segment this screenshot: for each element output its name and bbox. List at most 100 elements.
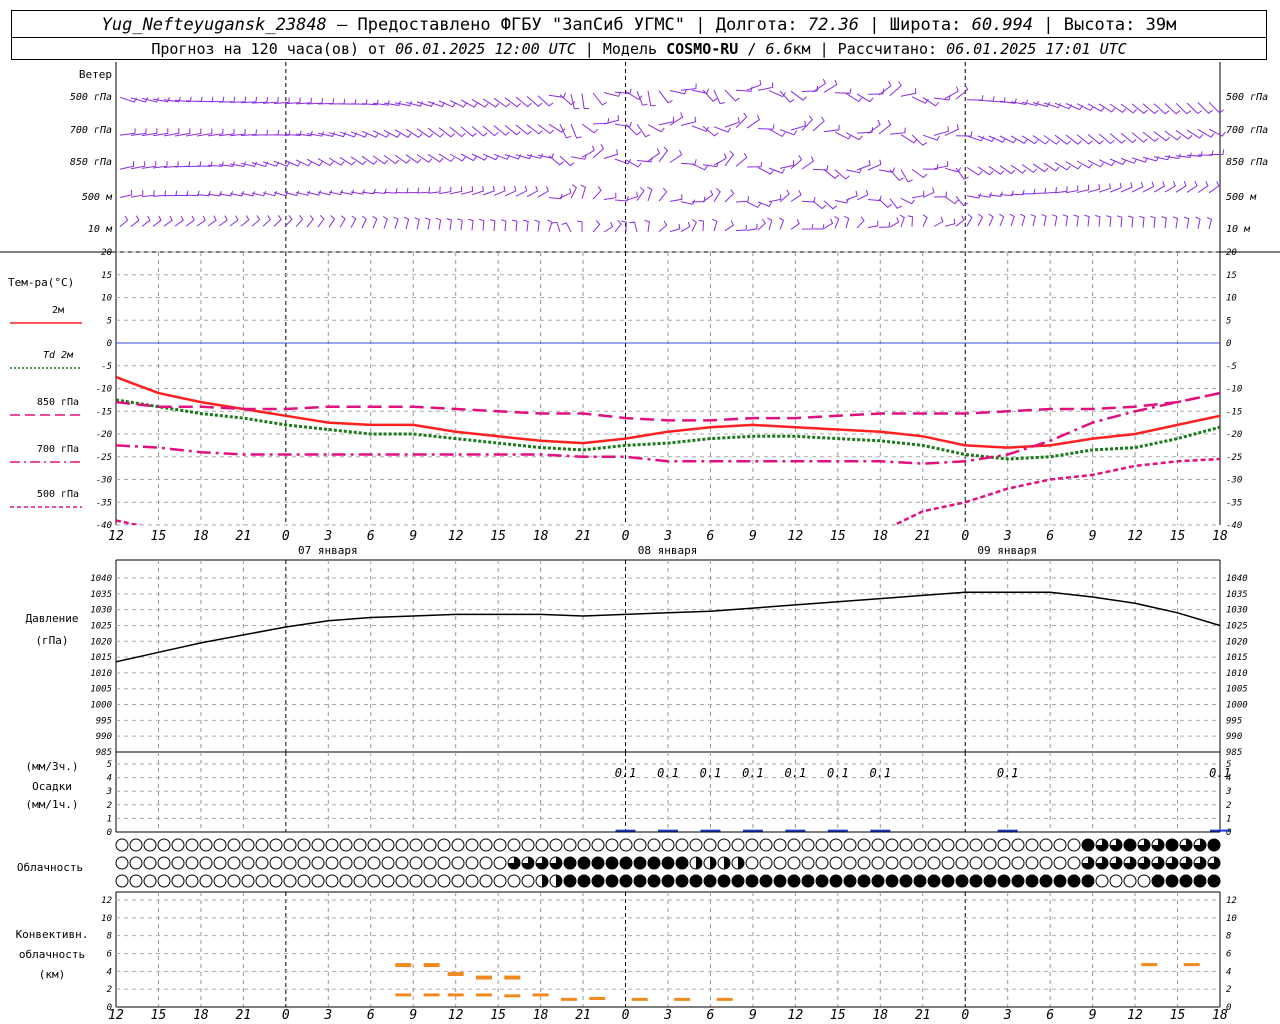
wind-barb <box>185 215 195 227</box>
cloud-cell <box>423 874 437 888</box>
wind-barb <box>713 89 726 105</box>
temp-tick-right: -35 <box>1226 498 1242 508</box>
wind-barb <box>174 215 184 227</box>
cloud-cell <box>829 874 843 888</box>
wind-barb <box>724 220 734 232</box>
cloud-cell <box>1193 874 1207 888</box>
wind-barb <box>130 190 144 198</box>
wind-barb <box>889 217 900 228</box>
cloud-cell <box>969 874 983 888</box>
conv-tick-left: 2 <box>107 985 112 995</box>
prec-tick-right: 3 <box>1225 787 1231 797</box>
wind-barb <box>471 185 484 196</box>
wind-barb <box>438 186 452 195</box>
cloud-cell <box>675 874 689 888</box>
time-tick-top: 3 <box>1003 529 1012 544</box>
cloud-cell <box>605 874 619 888</box>
temp-title: Тем-ра(°С) <box>8 276 74 289</box>
time-tick-bottom: 21 <box>236 1008 252 1023</box>
wind-barb <box>698 219 705 232</box>
time-tick-top: 9 <box>749 529 757 544</box>
cloud-cell <box>815 856 829 870</box>
wind-barb <box>988 213 994 227</box>
temp-tick-right: -15 <box>1226 407 1242 417</box>
wind-barb <box>130 128 147 136</box>
wind-barb <box>537 186 549 198</box>
wind-barb <box>658 187 668 202</box>
cloud-cell <box>423 856 437 870</box>
prec-tick-left: 4 <box>107 774 112 784</box>
wind-barb <box>899 214 905 228</box>
wind-barb <box>559 155 575 167</box>
cloud-cell <box>955 874 969 888</box>
wind-barb <box>1153 154 1171 161</box>
wind-barb <box>196 96 214 103</box>
conv-base-bar <box>476 993 492 997</box>
cloud-cell-fill <box>738 857 744 869</box>
precip-bar <box>700 829 721 832</box>
wind-barb <box>196 128 213 137</box>
pres-tick-right: 985 <box>1226 748 1242 758</box>
prec-unit-1h: (мм/1ч.) <box>26 798 79 811</box>
wind-barb <box>867 119 881 134</box>
time-tick-top: 21 <box>915 529 931 544</box>
prec-tick-left: 2 <box>107 801 112 811</box>
wind-barb <box>559 123 572 139</box>
conv-top-bar <box>504 975 521 980</box>
cloud-cell <box>983 838 997 852</box>
cloud-cell <box>325 856 339 870</box>
wind-barb <box>570 93 580 110</box>
cloud-cell <box>787 838 801 852</box>
cloud-cell <box>661 874 675 888</box>
wind-barb <box>1206 216 1213 230</box>
wind-barb <box>603 149 618 159</box>
cloud-cell <box>577 856 591 870</box>
date-label: 08 января <box>638 544 698 557</box>
cloud-cell <box>941 874 955 888</box>
wind-barb <box>966 135 985 142</box>
conv-tick-left: 0 <box>107 1003 112 1013</box>
cloud-cell <box>675 838 689 852</box>
wind-barb <box>778 217 785 230</box>
wind-barb <box>801 224 814 230</box>
wind-barb <box>414 217 420 230</box>
wind-barb <box>644 219 650 232</box>
conv-tick-right: 4 <box>1226 967 1231 977</box>
wind-barb <box>482 185 495 196</box>
temp-tick-right: -5 <box>1226 362 1237 372</box>
temp-tick-left: -30 <box>96 476 112 486</box>
wind-barb <box>889 81 902 96</box>
wind-barb <box>130 215 140 227</box>
wind-level-label: 700 гПа <box>70 125 112 136</box>
wind-barb <box>889 127 906 135</box>
cloud-cell <box>1011 856 1025 870</box>
temp-tick-right: 10 <box>1226 294 1237 304</box>
time-tick-top: 15 <box>1170 529 1186 544</box>
temp-legend-label: 2м <box>52 305 64 316</box>
time-tick-top: 21 <box>236 529 252 544</box>
wind-barb <box>403 216 410 230</box>
cloud-cell <box>157 856 171 870</box>
cloud-cell <box>255 838 269 852</box>
cloud-cell <box>171 874 185 888</box>
cloud-cell <box>157 838 171 852</box>
prec-tick-right: 2 <box>1226 801 1231 811</box>
cloud-cell <box>619 856 633 870</box>
wind-barb <box>152 96 170 103</box>
cloud-cell <box>227 874 241 888</box>
cloud-cell <box>129 874 143 888</box>
cloud-cell <box>493 856 507 870</box>
wind-barb <box>603 192 617 201</box>
wind-barb <box>1183 216 1190 229</box>
conv-base-bar <box>504 994 521 998</box>
cloud-cell <box>381 838 395 852</box>
cloud-cell <box>619 874 633 888</box>
meteogram: Ветер 500 гПа 500 гПа 700 гПа 700 гПа 850 гПа… <box>0 62 1280 1023</box>
temp-tick-right: -30 <box>1226 476 1242 486</box>
wind-barb <box>581 145 595 158</box>
cloud-cell <box>605 838 619 852</box>
wind-barb <box>812 200 827 210</box>
cloud-cell <box>479 838 493 852</box>
cloud-cell <box>801 856 815 870</box>
wind-barb <box>1041 213 1047 227</box>
